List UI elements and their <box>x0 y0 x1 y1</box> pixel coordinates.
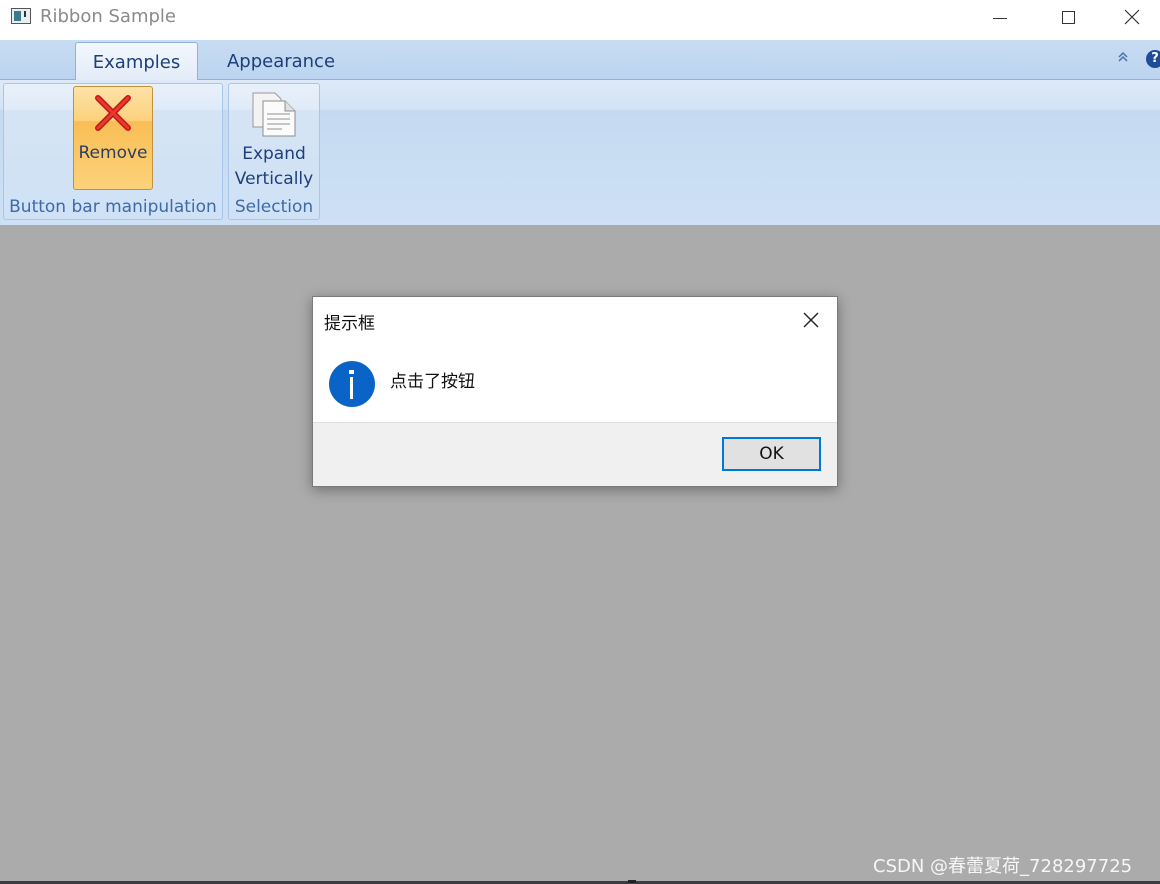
red-x-icon <box>95 95 131 131</box>
maximize-button[interactable] <box>1034 0 1102 34</box>
tab-appearance[interactable]: Appearance <box>222 42 340 80</box>
window-title: Ribbon Sample <box>40 6 176 27</box>
close-icon <box>803 312 819 328</box>
group-label-button-bar: Button bar manipulation <box>9 197 217 217</box>
message-dialog: 提示框 点击了按钮 OK <box>312 296 838 487</box>
group-button-bar-manipulation: Remove Button bar manipulation <box>3 83 223 220</box>
group-label-selection: Selection <box>234 197 314 217</box>
dialog-message: 点击了按钮 <box>390 372 475 392</box>
remove-button[interactable]: Remove <box>73 86 153 190</box>
title-bar: Ribbon Sample <box>0 0 1160 40</box>
info-icon <box>329 361 375 407</box>
remove-button-label: Remove <box>78 143 148 163</box>
tab-examples[interactable]: Examples <box>75 42 198 81</box>
collapse-ribbon-icon[interactable] <box>1116 50 1130 66</box>
app-icon <box>11 8 31 24</box>
app-window: Ribbon Sample Examples Appearance ? Remo… <box>0 0 1160 884</box>
chevron-up-icon <box>1118 51 1128 62</box>
minimize-button[interactable] <box>966 0 1034 34</box>
resize-grip <box>628 880 636 883</box>
documents-icon <box>252 92 296 137</box>
ok-button[interactable]: OK <box>722 437 821 471</box>
close-icon <box>1124 9 1140 25</box>
help-icon[interactable]: ? <box>1146 50 1160 68</box>
ribbon-tab-bar: Examples Appearance <box>0 40 1160 81</box>
dialog-close-button[interactable] <box>801 310 821 330</box>
watermark-text: CSDN @春蕾夏荷_728297725 <box>873 856 1133 877</box>
group-selection: Expand Vertically Selection <box>228 83 320 220</box>
ribbon-panel: Remove Button bar manipulation Expand Ve… <box>0 80 1160 226</box>
expand-label-line2: Vertically <box>234 169 314 189</box>
dialog-title: 提示框 <box>324 314 375 334</box>
expand-label-line1: Expand <box>242 144 306 164</box>
dialog-footer: OK <box>313 422 837 486</box>
minimize-icon <box>993 17 1007 19</box>
close-button[interactable] <box>1104 0 1160 34</box>
expand-vertically-button[interactable]: Expand Vertically <box>229 86 319 194</box>
maximize-icon <box>1061 10 1075 24</box>
